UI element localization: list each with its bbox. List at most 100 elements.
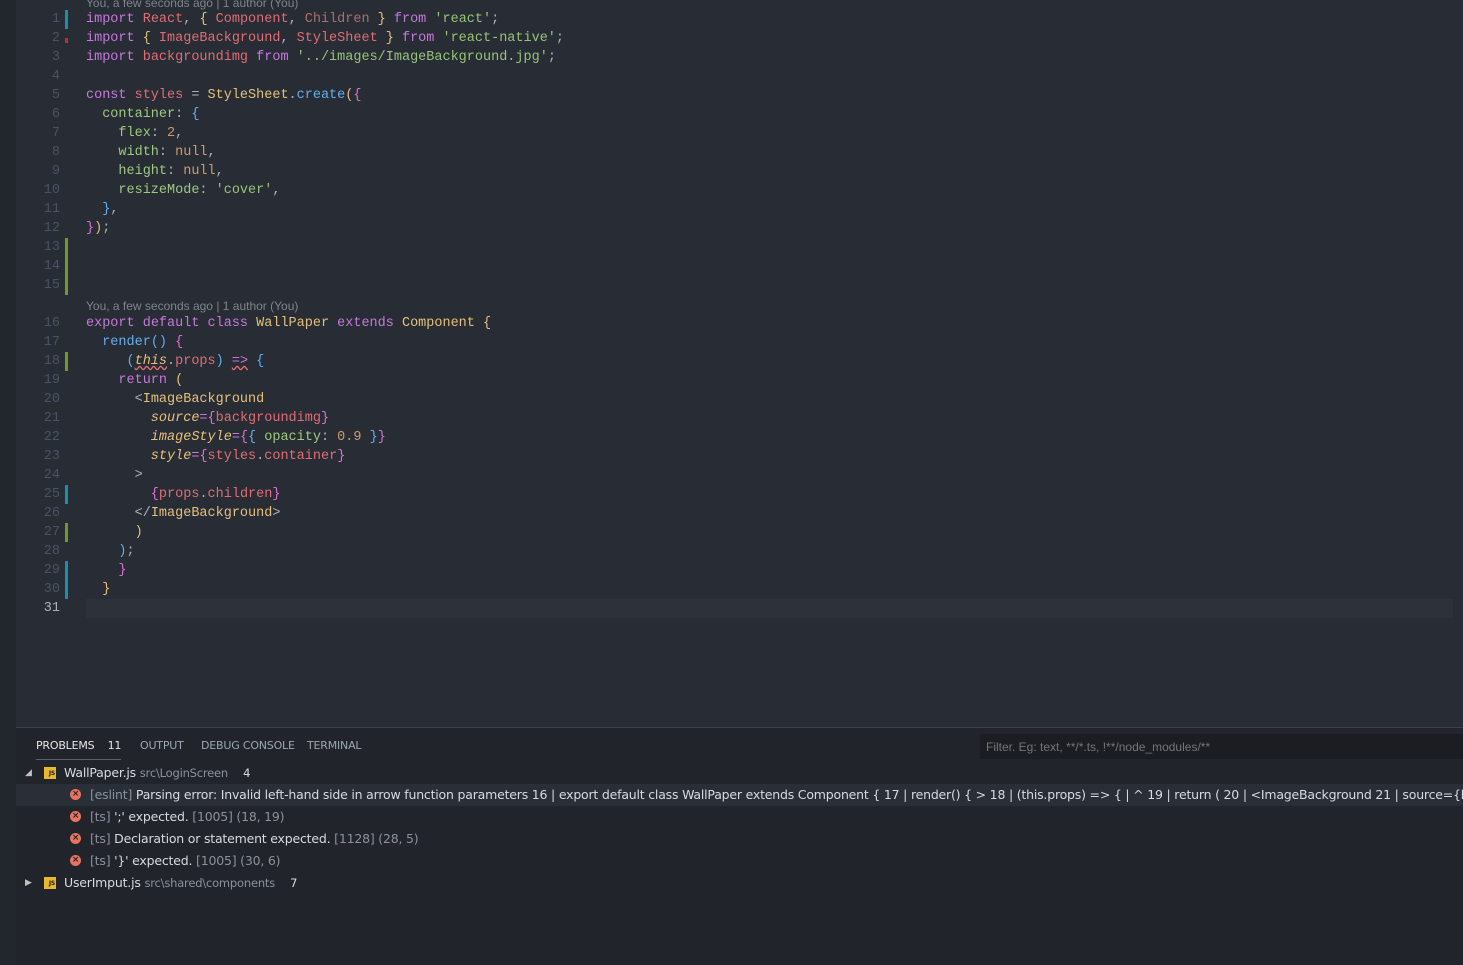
code-line: 20 <ImageBackground [16, 390, 1453, 409]
code-text: const styles = StyleSheet.create({ [86, 86, 361, 105]
code-text: container: { [86, 105, 199, 124]
code-token: : [150, 126, 168, 141]
code-editor[interactable]: You, a few seconds ago | 1 author (You) Y… [16, 0, 1463, 727]
code-text: height: null, [86, 162, 224, 181]
problem-file-row[interactable]: ◢ JS WallPaper.js src\LoginScreen 4 [16, 762, 1463, 784]
code-token: children [207, 487, 273, 502]
code-line: 31 [16, 599, 1453, 618]
code-token: => [231, 354, 249, 369]
problems-filter-input[interactable] [980, 734, 1463, 759]
code-token: : [167, 164, 184, 179]
line-number: 17 [43, 335, 60, 350]
problem-message: [ts] ';' expected. [1005] (18, 19) [90, 806, 285, 828]
code-token: } [86, 221, 95, 236]
code-token: export [86, 316, 143, 331]
code-token: { [239, 430, 249, 445]
line-number: 5 [51, 88, 60, 103]
code-token: { [248, 354, 265, 369]
line-number: 30 [43, 582, 60, 597]
tab-output[interactable]: OUTPUT [140, 739, 184, 752]
code-token: : [158, 145, 176, 160]
code-token: . [288, 88, 297, 103]
chevron-down-icon[interactable]: ◢ [25, 762, 32, 784]
problem-row[interactable]: × [ts] '}' expected. [1005] (30, 6) [16, 850, 1463, 872]
problem-file-row[interactable]: ▶ JS UserImput.js src\shared\components 7 [16, 872, 1463, 894]
code-token: , [215, 164, 224, 179]
code-token: const [86, 88, 135, 103]
problem-count: 7 [290, 876, 298, 890]
code-line: 12}); [16, 219, 1453, 238]
line-number: 26 [43, 506, 60, 521]
line-number: 20 [43, 392, 60, 407]
code-token: , [280, 31, 297, 46]
code-token: ; [491, 12, 500, 27]
code-token: Component [401, 316, 483, 331]
code-token: flex [86, 126, 151, 141]
code-token: Children [304, 12, 370, 27]
activity-bar [0, 0, 16, 965]
code-token: resizeMode [86, 183, 200, 198]
code-token: : [320, 430, 338, 445]
problem-code: [1128] [334, 831, 375, 846]
problem-position: (28, 5) [378, 831, 419, 846]
code-token: { [353, 88, 362, 103]
git-change-marker [65, 38, 68, 43]
code-token: } [361, 430, 378, 445]
code-text: <ImageBackground [86, 390, 265, 409]
code-line: 9 height: null, [16, 162, 1453, 181]
code-token: 'react-native' [442, 31, 556, 46]
code-token: } [377, 430, 386, 445]
problem-row[interactable]: × [eslint] Parsing error: Invalid left-ha… [16, 784, 1463, 806]
error-icon: × [70, 833, 81, 844]
problem-position: (18, 19) [236, 809, 285, 824]
tab-terminal[interactable]: TERMINAL [307, 739, 362, 752]
tab-debug-console[interactable]: DEBUG CONSOLE [201, 739, 295, 752]
file-path: src\shared\components [144, 876, 276, 890]
code-token: } [377, 31, 394, 46]
error-icon: × [70, 855, 81, 866]
git-change-marker [65, 352, 68, 371]
code-token: 2 [167, 126, 176, 141]
code-token: styles [207, 449, 257, 464]
code-token: opacity [264, 430, 321, 445]
line-number: 21 [43, 411, 60, 426]
chevron-right-icon[interactable]: ▶ [25, 872, 32, 894]
code-token: = [199, 411, 208, 426]
problem-source: [ts] [90, 831, 111, 846]
line-number: 19 [43, 373, 60, 388]
bottom-panel: PROBLEMS 11 OUTPUT DEBUG CONSOLE TERMINA… [16, 727, 1463, 965]
git-change-marker [65, 257, 68, 276]
tab-problems[interactable]: PROBLEMS 11 [36, 739, 121, 760]
code-text: render() { [86, 333, 183, 352]
code-line: 6 container: { [16, 105, 1453, 124]
code-text: width: null, [86, 143, 215, 162]
code-token: ImageBackground [158, 31, 281, 46]
problem-text: Parsing error: Invalid left-hand side in… [135, 787, 1463, 802]
code-token: < [86, 392, 143, 407]
code-token: > [86, 468, 143, 483]
code-token: Component [215, 12, 289, 27]
code-token: WallPaper [256, 316, 338, 331]
code-line: 21 source={backgroundimg} [16, 409, 1453, 428]
code-token: styles [134, 88, 184, 103]
code-line: 2 import { ImageBackground, StyleSheet } … [16, 29, 1453, 48]
code-token: , [183, 12, 200, 27]
code-line: 4 [16, 67, 1453, 86]
line-number: 8 [51, 145, 60, 160]
code-line: 7 flex: 2, [16, 124, 1453, 143]
file-path: src\LoginScreen [139, 766, 228, 780]
code-line: 11 }, [16, 200, 1453, 219]
problem-row[interactable]: × [ts] Declaration or statement expected.… [16, 828, 1463, 850]
code-token: StyleSheet [207, 88, 289, 103]
line-number: 15 [43, 278, 60, 293]
code-text: source={backgroundimg} [86, 409, 329, 428]
code-text: export default class WallPaper extends C… [86, 314, 491, 333]
code-token: from [393, 31, 443, 46]
code-token: from [385, 12, 435, 27]
git-change-marker [65, 10, 68, 29]
code-line: 10 resizeMode: 'cover', [16, 181, 1453, 200]
line-number: 11 [43, 202, 60, 217]
file-name: UserImput.js [64, 875, 141, 890]
code-token: { [199, 12, 216, 27]
problem-row[interactable]: × [ts] ';' expected. [1005] (18, 19) [16, 806, 1463, 828]
